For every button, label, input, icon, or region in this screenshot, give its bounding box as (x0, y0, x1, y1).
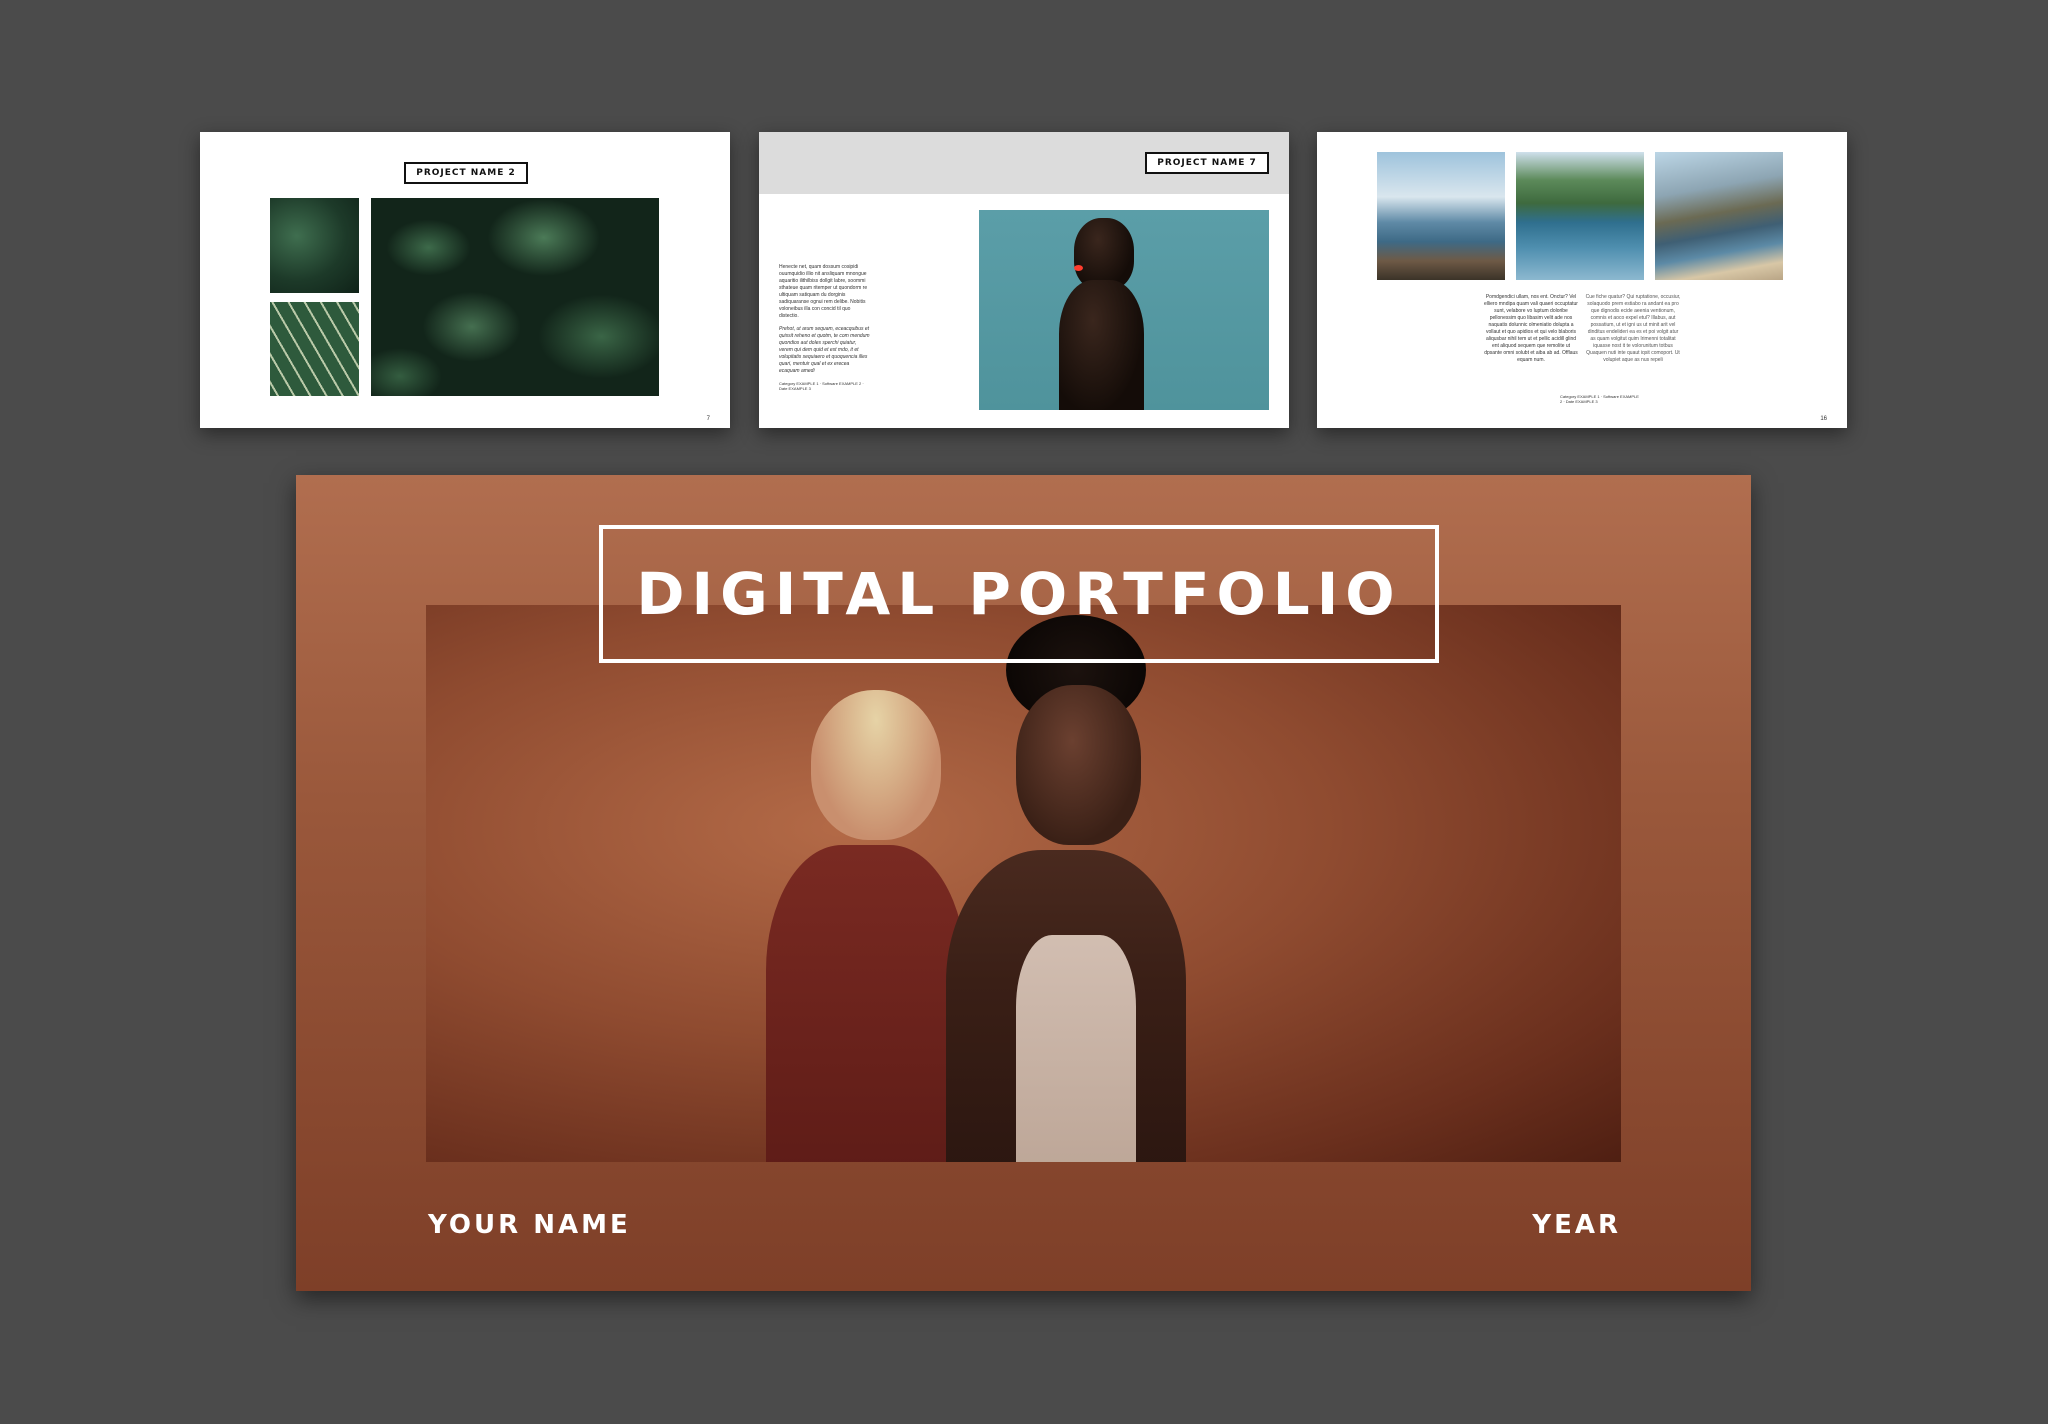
column-2-text: Cue fiche quatur? Qui ruptatione, occusi… (1585, 294, 1681, 363)
portfolio-cover: DIGITAL PORTFOLIO YOUR NAME YEAR (296, 475, 1751, 1291)
figure-left-body (766, 845, 966, 1162)
coast-photo-3 (1655, 152, 1783, 280)
paragraph-1: Henecte net, quam dossum cosipidi ouumqu… (779, 264, 868, 319)
spread-page-project-2: PROJECT NAME 2 7 (200, 132, 730, 428)
cover-name: YOUR NAME (428, 1210, 631, 1240)
page-number: 7 (706, 416, 710, 422)
figure-right-head (1016, 685, 1141, 845)
meta-text: Category EXAMPLE 1 · Software EXAMPLE 2 … (779, 381, 864, 391)
meta-text: Category EXAMPLE 1 · Software EXAMPLE 2 … (1560, 394, 1639, 404)
coast-photo-2 (1516, 152, 1644, 280)
page-number: 16 (1820, 416, 1827, 422)
cover-year: YEAR (1532, 1210, 1621, 1240)
leaf-photo-small-top (270, 198, 359, 293)
coast-photo-1 (1377, 152, 1505, 280)
title-box: DIGITAL PORTFOLIO (599, 525, 1439, 663)
cover-photo (426, 605, 1621, 1162)
paragraph-2: Prehot, ut arum sequam, eceacquibus et q… (779, 326, 870, 374)
monstera-photo-large (371, 198, 659, 396)
red-lips (1074, 265, 1083, 271)
figure-right-top (1016, 935, 1136, 1162)
portrait-photo (979, 210, 1269, 410)
spread-page-project-7: PROJECT NAME 7 Henecte net, quam dossum … (759, 132, 1289, 428)
figure-left-head (811, 690, 941, 840)
project-label: PROJECT NAME 7 (1145, 152, 1269, 174)
leaf-photo-small-bottom (270, 302, 359, 396)
column-1-text: Pomdgendici ullam, nos ent. Onctur? Vel … (1484, 294, 1578, 363)
body-text: Henecte net, quam dossum cosipidi ouumqu… (779, 264, 871, 397)
body-silhouette (1059, 280, 1144, 410)
cover-title: DIGITAL PORTFOLIO (636, 560, 1402, 628)
spread-page-seascape: Pomdgendici ullam, nos ent. Onctur? Vel … (1317, 132, 1847, 428)
project-label: PROJECT NAME 2 (404, 162, 528, 184)
